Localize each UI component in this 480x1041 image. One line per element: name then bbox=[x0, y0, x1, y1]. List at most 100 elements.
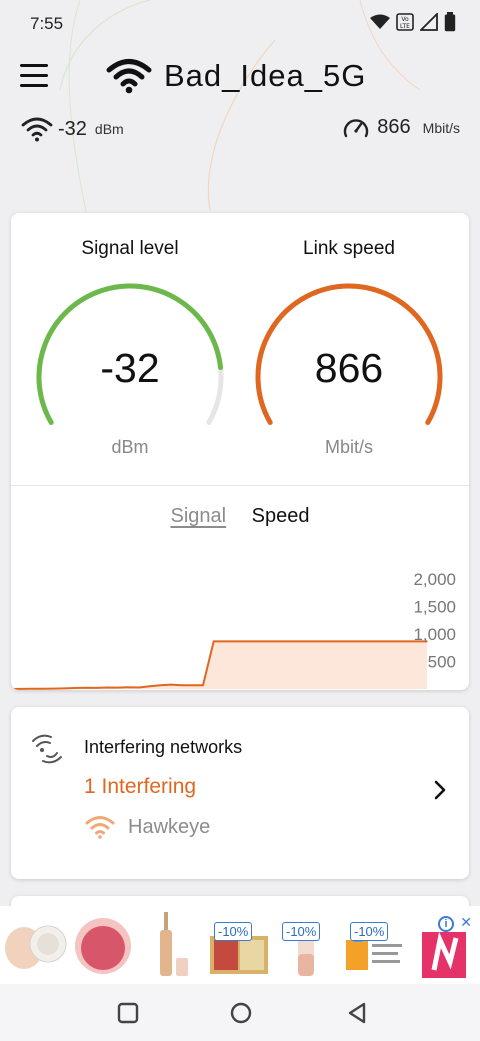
ad-brand-logo[interactable]: i ✕ bbox=[410, 910, 476, 980]
recent-apps-icon[interactable] bbox=[117, 1002, 139, 1024]
chart-point bbox=[191, 684, 194, 686]
volte-icon: VoLTE bbox=[396, 13, 414, 31]
chart-point bbox=[42, 687, 44, 690]
chart-area-fill bbox=[11, 641, 427, 689]
ad-banner[interactable]: -10% -10% -10% i ✕ bbox=[0, 906, 480, 984]
chart-point bbox=[362, 640, 364, 643]
y-tick-label: 1,000 bbox=[413, 625, 456, 644]
chart-point bbox=[372, 640, 375, 643]
chart-point bbox=[340, 640, 343, 643]
chart-point bbox=[234, 640, 236, 643]
card-divider bbox=[11, 485, 469, 486]
chart-point bbox=[319, 640, 322, 643]
svg-text:LTE: LTE bbox=[400, 23, 410, 30]
svg-text:Vo: Vo bbox=[401, 16, 409, 23]
ad-product-palette[interactable]: -10% bbox=[206, 910, 272, 980]
discount-badge: -10% bbox=[214, 922, 253, 941]
wifi-icon bbox=[85, 816, 115, 839]
interfering-network-name: Hawkeye bbox=[128, 815, 211, 838]
speed-gauge-unit: Mbit/s bbox=[324, 437, 373, 457]
chart-point bbox=[138, 686, 140, 689]
ad-product-foundation[interactable] bbox=[138, 910, 204, 980]
y-tick-label: 1,500 bbox=[413, 598, 456, 617]
page-title: Bad_Idea_5G bbox=[106, 58, 366, 94]
chart-point bbox=[84, 687, 87, 689]
speed-gauge-title: Link speed bbox=[303, 238, 395, 259]
wifi-icon bbox=[370, 14, 390, 29]
chart-point bbox=[223, 640, 226, 643]
chart-point bbox=[148, 685, 151, 688]
chart-point bbox=[202, 684, 204, 686]
interference-icon bbox=[32, 734, 62, 764]
chart-point bbox=[63, 687, 66, 690]
signal-gauge-unit: dBm bbox=[111, 437, 149, 457]
speedometer-icon bbox=[344, 118, 369, 137]
chart-point bbox=[31, 687, 34, 690]
chart-point bbox=[127, 686, 130, 689]
status-time: 7:55 bbox=[30, 14, 64, 33]
interfering-networks-card[interactable]: Interfering networks 1 Interfering Hawke… bbox=[11, 707, 469, 879]
list-item: Hawkeye bbox=[84, 815, 210, 839]
chart-point bbox=[276, 640, 279, 643]
chart-point bbox=[212, 640, 215, 643]
menu-icon bbox=[20, 64, 48, 67]
signal-gauge-title: Signal level bbox=[81, 238, 179, 259]
chart-point bbox=[266, 640, 268, 643]
signal-icon bbox=[420, 13, 438, 31]
chart-point bbox=[404, 640, 407, 643]
menu-button[interactable] bbox=[20, 64, 52, 94]
chart-point bbox=[74, 687, 76, 689]
speed-gauge-value: 866 bbox=[314, 345, 384, 391]
chart-point bbox=[308, 640, 311, 643]
chart-point bbox=[383, 640, 386, 643]
signal-summary-unit: dBm bbox=[94, 121, 124, 137]
discount-badge: -10% bbox=[350, 922, 389, 941]
chart-tabs: Signal Speed bbox=[11, 505, 469, 528]
chart-point bbox=[298, 640, 300, 643]
chart-point bbox=[52, 687, 55, 690]
chart-point bbox=[116, 686, 119, 689]
chart-point bbox=[394, 640, 396, 643]
ssid-label: Bad_Idea_5G bbox=[164, 58, 367, 93]
chart-point bbox=[287, 640, 290, 643]
tab-signal[interactable]: Signal bbox=[170, 505, 226, 528]
discount-badge: -10% bbox=[282, 922, 321, 941]
chevron-right-icon[interactable] bbox=[433, 779, 447, 801]
interfering-title: Interfering networks bbox=[84, 737, 243, 757]
chart-point bbox=[20, 688, 23, 690]
interfering-count: 1 Interfering bbox=[84, 775, 197, 798]
back-icon[interactable] bbox=[346, 1002, 368, 1024]
chart-point bbox=[170, 683, 172, 686]
navigation-bar bbox=[0, 984, 480, 1041]
chart-point bbox=[159, 684, 162, 686]
chart-point bbox=[351, 640, 354, 643]
speed-summary: 866 Mbit/s bbox=[343, 116, 460, 139]
battery-icon bbox=[444, 12, 456, 32]
close-icon[interactable]: ✕ bbox=[460, 914, 472, 931]
ad-product-tube[interactable]: -10% bbox=[274, 910, 340, 980]
y-tick-label: 500 bbox=[428, 653, 456, 672]
speed-summary-value: 866 bbox=[377, 116, 411, 138]
speed-summary-unit: Mbit/s bbox=[422, 119, 460, 136]
tab-speed[interactable]: Speed bbox=[252, 505, 310, 528]
wifi-icon bbox=[106, 59, 152, 94]
chart-point bbox=[106, 686, 108, 689]
wifi-icon bbox=[21, 117, 53, 142]
ad-product-blush[interactable] bbox=[70, 910, 136, 980]
speed-chart: 2,000 1,500 1,000 500 bbox=[11, 570, 456, 690]
info-icon[interactable]: i bbox=[438, 916, 454, 932]
y-tick-label: 2,000 bbox=[413, 570, 456, 589]
signal-summary-value: -32 bbox=[58, 117, 87, 140]
signal-summary: -32 dBm bbox=[20, 116, 124, 142]
chart-point bbox=[330, 640, 332, 643]
chart-point bbox=[244, 640, 247, 643]
gauges-card: Signal level -32 dBm Link speed 866 Mbit… bbox=[11, 213, 469, 690]
chart-point bbox=[180, 684, 183, 686]
chart-point bbox=[255, 640, 258, 643]
home-icon[interactable] bbox=[230, 1002, 252, 1024]
ad-product-lipstick[interactable]: -10% bbox=[342, 910, 408, 980]
status-bar: 7:55 Vo LTE bbox=[0, 0, 480, 46]
chart-point bbox=[95, 687, 98, 689]
signal-gauge-value: -32 bbox=[100, 345, 160, 391]
ad-product-powder[interactable] bbox=[2, 910, 68, 980]
